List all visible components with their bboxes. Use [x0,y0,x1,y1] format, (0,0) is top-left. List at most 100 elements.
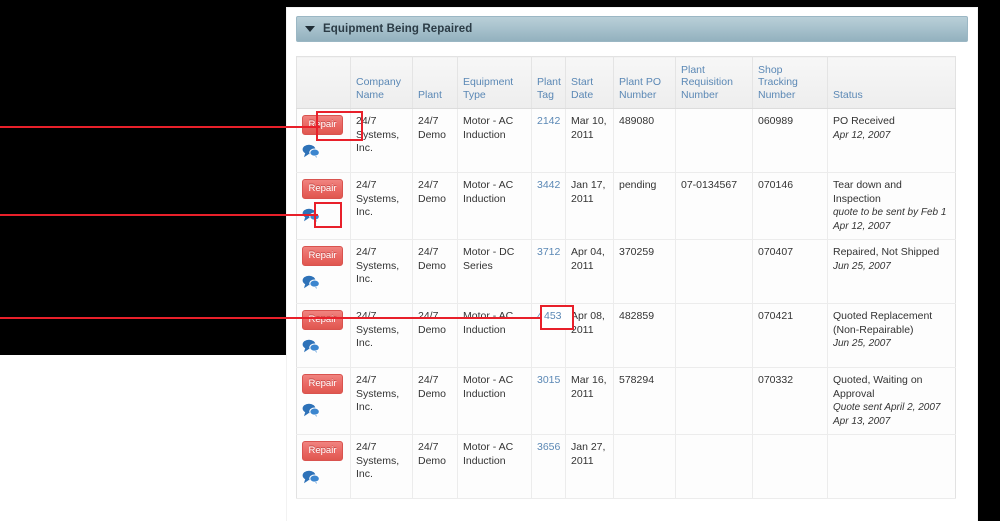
comment-bubbles-icon[interactable] [302,470,320,486]
cell-equipment-type: Motor - AC Induction [457,108,532,173]
cell-plant-requisition-number [675,303,753,368]
cell-plant-tag[interactable]: 3442 [531,172,566,240]
table-row: Repair 24/7 Systems, Inc. 24/7 Demo Motor -… [296,239,956,304]
repair-button[interactable]: Repair [302,179,343,199]
column-header-plant-req[interactable]: Plant Requisition Number [675,56,753,109]
cell-shop-tracking-number: 060989 [752,108,828,173]
cell-equipment-type: Motor - AC Induction [457,434,532,499]
cell-plant-po-number: pending [613,172,676,240]
status-note: quote to be sent by Feb 1 [833,207,947,218]
status-main: Quoted, Waiting on Approval [833,374,923,400]
cell-shop-tracking-number: 070407 [752,239,828,304]
column-header-plant[interactable]: Plant [412,56,458,109]
cell-plant: 24/7 Demo [412,303,458,368]
cell-equipment-type: Motor - AC Induction [457,303,532,368]
annotation-line-repair-button [0,126,320,128]
column-header-plant-tag[interactable]: Plant Tag [531,56,566,109]
cell-plant-po-number [613,434,676,499]
cell-start-date: Mar 10, 2011 [565,108,614,173]
cell-start-date: Apr 04, 2011 [565,239,614,304]
cell-start-date: Jan 17, 2011 [565,172,614,240]
cell-shop-tracking-number: 070421 [752,303,828,368]
cell-plant-requisition-number [675,367,753,435]
cell-company-name: 24/7 Systems, Inc. [350,434,413,499]
table-row: Repair 24/7 Systems, Inc. 24/7 Demo Motor -… [296,367,956,435]
cell-plant-requisition-number: 07-0134567 [675,172,753,240]
plant-tag-link[interactable]: 3442 [537,179,560,191]
cell-equipment-type: Motor - AC Induction [457,367,532,435]
cell-company-name: 24/7 Systems, Inc. [350,367,413,435]
cell-company-name: 24/7 Systems, Inc. [350,303,413,368]
comment-bubbles-icon[interactable] [302,339,320,355]
cell-plant-requisition-number [675,239,753,304]
table-body: Repair 24/7 Systems, Inc. 24/7 Demo Motor -… [296,108,956,499]
status-note: Quote sent April 2, 2007 [833,402,941,413]
occluded-white-block [0,355,287,521]
panel-header[interactable]: Equipment Being Repaired [296,16,968,42]
repair-button[interactable]: Repair [302,441,343,461]
annotation-line-plant-tag [0,317,542,319]
cell-plant: 24/7 Demo [412,172,458,240]
table-row: Repair 24/7 Systems, Inc. 24/7 Demo Motor -… [296,108,956,173]
cell-plant-po-number: 482859 [613,303,676,368]
cell-start-date: Mar 16, 2011 [565,367,614,435]
cell-plant: 24/7 Demo [412,367,458,435]
plant-tag-link[interactable]: 3656 [537,441,560,453]
repair-button[interactable]: Repair [302,310,343,330]
cell-plant: 24/7 Demo [412,434,458,499]
cell-plant-po-number: 370259 [613,239,676,304]
cell-status: Quoted, Waiting on Approval Quote sent Ap… [827,367,956,435]
status-note: Jun 25, 2007 [833,260,891,272]
plant-tag-link[interactable]: 2142 [537,115,560,127]
comment-bubbles-icon[interactable] [302,403,320,419]
highlight-repair-button-row-1 [316,111,363,141]
plant-tag-link[interactable]: 3015 [537,374,560,386]
column-header-plant-po[interactable]: Plant PO Number [613,56,676,109]
row-actions-cell: Repair [296,303,351,368]
cell-plant-requisition-number [675,434,753,499]
status-main: Tear down and Inspection [833,179,902,205]
triangle-down-icon[interactable] [305,26,315,32]
equipment-being-repaired-panel: Equipment Being Repaired Company Name Pl… [287,8,977,521]
status-main: Quoted Replacement (Non-Repairable) [833,310,933,336]
column-header-equipment[interactable]: Equipment Type [457,56,532,109]
cell-status [827,434,956,499]
row-actions-cell: Repair [296,239,351,304]
cell-company-name: 24/7 Systems, Inc. [350,239,413,304]
status-main: Repaired, Not Shipped [833,246,940,258]
cell-status: Tear down and Inspection quote to be sent… [827,172,956,240]
column-header-status[interactable]: Status [827,56,956,109]
cell-plant-tag[interactable]: 3015 [531,367,566,435]
annotation-line-comment-icon [0,214,318,216]
cell-shop-tracking-number: 070332 [752,367,828,435]
plant-tag-row-4-overlay-value[interactable]: 453 [544,310,562,322]
status-note: Apr 13, 2007 [833,415,891,427]
column-header-actions[interactable] [296,56,351,109]
cell-plant-po-number: 578294 [613,367,676,435]
cell-plant-po-number: 489080 [613,108,676,173]
comment-bubbles-icon[interactable] [302,144,320,160]
cell-plant-tag[interactable]: 2142 [531,108,566,173]
cell-status: Quoted Replacement (Non-Repairable) Jun 2… [827,303,956,368]
cell-plant-tag[interactable]: 3712 [531,239,566,304]
plant-tag-link[interactable]: 3712 [537,246,560,258]
cell-status: Repaired, Not Shipped Jun 25, 2007 [827,239,956,304]
status-note: Apr 12, 2007 [833,220,891,232]
comment-bubbles-icon[interactable] [302,275,320,291]
cell-plant: 24/7 Demo [412,239,458,304]
cell-plant-requisition-number [675,108,753,173]
highlight-comment-icon-row-2 [314,202,342,228]
column-header-shop-track[interactable]: Shop Tracking Number [752,56,828,109]
status-main: PO Received [833,115,895,127]
status-note: Jun 25, 2007 [833,338,891,349]
column-header-company[interactable]: Company Name [350,56,413,109]
repair-button[interactable]: Repair [302,374,343,394]
table-header-row: Company Name Plant Equipment Type Plant … [296,56,956,109]
row-actions-cell: Repair [296,434,351,499]
table-row: Repair 24/7 Systems, Inc. 24/7 Demo Motor -… [296,303,956,368]
cell-plant-tag[interactable]: 3656 [531,434,566,499]
cell-shop-tracking-number: 070146 [752,172,828,240]
table-row: Repair 24/7 Systems, Inc. 24/7 Demo Motor -… [296,172,956,240]
column-header-start-date[interactable]: Start Date [565,56,614,109]
repair-button[interactable]: Repair [302,246,343,266]
